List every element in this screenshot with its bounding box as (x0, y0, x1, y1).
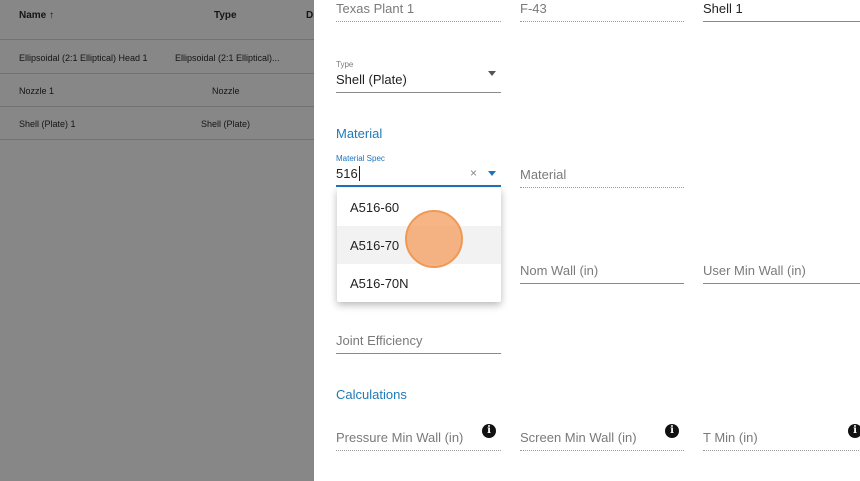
type-value: Shell (Plate) (336, 72, 407, 87)
field-underline (336, 450, 501, 451)
material-field[interactable]: Material (520, 158, 684, 188)
field-underline (520, 283, 684, 284)
pressure-min-wall-placeholder: Pressure Min Wall (in) (336, 430, 464, 445)
info-icon[interactable]: i (848, 424, 860, 438)
option-label: A516-70N (350, 276, 409, 291)
option-label: A516-60 (350, 200, 400, 215)
field-underline (520, 450, 684, 451)
chevron-down-icon[interactable] (488, 171, 496, 176)
component-table: Name ↑ Type Di Ellipsoidal (2:1 Elliptic… (0, 0, 316, 481)
material-spec-input[interactable]: Material Spec 516 × (336, 154, 501, 187)
calculations-section-title: Calculations (336, 387, 407, 402)
joint-efficiency-input[interactable]: Joint Efficiency (336, 324, 501, 354)
screen-min-wall-placeholder: Screen Min Wall (in) (520, 430, 637, 445)
field-underline (336, 21, 501, 22)
t-min-placeholder: T Min (in) (703, 430, 758, 445)
field-underline (336, 92, 501, 93)
material-placeholder: Material (520, 167, 567, 182)
field-underline-active (336, 185, 501, 187)
location-field[interactable]: Texas Plant 1 (336, 0, 501, 22)
modal-backdrop[interactable] (0, 0, 314, 481)
option-label: A516-70 (350, 238, 400, 253)
nom-wall-input[interactable]: Nom Wall (in) (520, 254, 684, 284)
tag-field[interactable]: F-43 (520, 0, 684, 22)
pressure-min-wall-field: Pressure Min Wall (in) (336, 421, 501, 451)
tag-value: F-43 (520, 1, 547, 16)
field-underline (703, 21, 860, 22)
field-underline (703, 450, 860, 451)
material-spec-value: 516 (336, 166, 360, 181)
type-select[interactable]: Type Shell (Plate) (336, 60, 501, 93)
app-root: Name ↑ Type Di Ellipsoidal (2:1 Elliptic… (0, 0, 860, 481)
nom-wall-placeholder: Nom Wall (in) (520, 263, 599, 278)
type-label: Type (336, 60, 354, 69)
field-underline (520, 21, 684, 22)
component-name-field[interactable]: Shell 1 (703, 0, 860, 22)
field-underline (703, 283, 860, 284)
component-name-value: Shell 1 (703, 1, 743, 16)
clear-icon[interactable]: × (470, 166, 477, 180)
material-section-title: Material (336, 126, 383, 141)
user-min-wall-placeholder: User Min Wall (in) (703, 263, 806, 278)
user-min-wall-input[interactable]: User Min Wall (in) (703, 254, 860, 284)
field-underline (520, 187, 684, 188)
screen-min-wall-field: Screen Min Wall (in) (520, 421, 684, 451)
field-underline (336, 353, 501, 354)
joint-efficiency-placeholder: Joint Efficiency (336, 333, 423, 348)
click-indicator (405, 210, 463, 268)
info-icon[interactable]: i (665, 424, 679, 438)
dropdown-option[interactable]: A516-70N (337, 264, 501, 302)
t-min-field: T Min (in) (703, 421, 860, 451)
material-spec-label: Material Spec (336, 154, 385, 163)
location-value: Texas Plant 1 (336, 1, 415, 16)
info-icon[interactable]: i (482, 424, 496, 438)
chevron-down-icon[interactable] (488, 71, 496, 76)
